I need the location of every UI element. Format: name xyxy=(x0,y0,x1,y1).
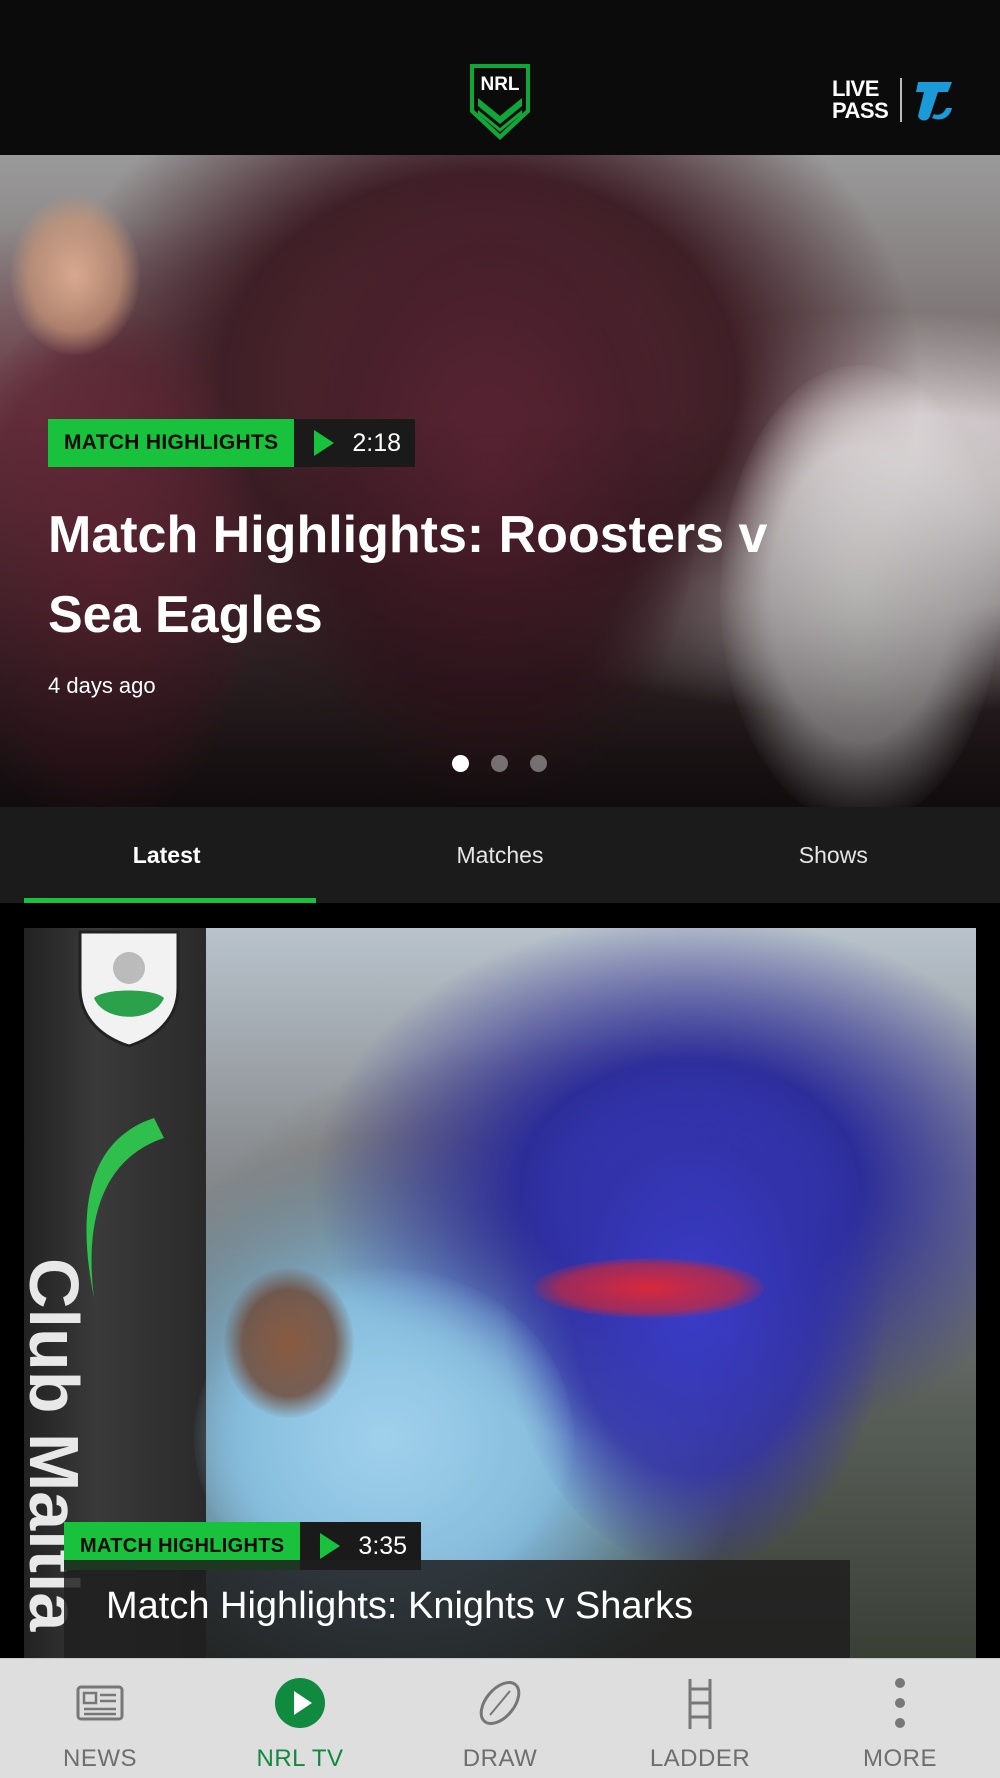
more-icon xyxy=(895,1678,905,1728)
hero-carousel[interactable]: MATCH HIGHLIGHTS 2:18 Match Highlights: … xyxy=(0,155,1000,807)
carousel-dot-2[interactable] xyxy=(491,755,508,772)
play-icon xyxy=(314,430,335,456)
card-image-player-red-band xyxy=(534,1258,764,1318)
telstra-live-pass-logo[interactable]: LIVE PASS xyxy=(832,78,972,124)
nav-label-nrl-tv: NRL TV xyxy=(256,1745,344,1772)
telstra-icon xyxy=(916,82,952,121)
carousel-dot-1[interactable] xyxy=(452,755,469,772)
livepass-divider xyxy=(900,78,902,122)
nav-news[interactable]: NEWS xyxy=(0,1659,200,1778)
play-circle-icon xyxy=(275,1678,325,1728)
card-duration: 3:35 xyxy=(358,1531,408,1560)
hero-duration: 2:18 xyxy=(352,428,402,457)
nav-label-ladder: LADDER xyxy=(649,1745,751,1772)
hero-category-label: MATCH HIGHLIGHTS xyxy=(48,419,295,467)
active-tab-indicator xyxy=(24,898,316,903)
dragons-crest-icon xyxy=(78,930,180,1048)
hero-gradient xyxy=(0,155,1000,807)
carousel-dot-3[interactable] xyxy=(530,755,547,772)
video-card[interactable]: Club Maitla MATCH HIGHLIGHTS 3:35 Match … xyxy=(24,928,976,1658)
tab-latest[interactable]: Latest xyxy=(0,807,333,903)
nrl-logo[interactable]: NRL xyxy=(466,62,534,142)
content-tabs: Latest Matches Shows xyxy=(0,807,1000,903)
tab-shows[interactable]: Shows xyxy=(667,807,1000,903)
app-header: NRL LIVE PASS xyxy=(0,0,1000,155)
nav-label-more: MORE xyxy=(863,1745,937,1772)
nav-ladder[interactable]: LADDER xyxy=(600,1659,800,1778)
livepass-line1: LIVE xyxy=(832,76,879,101)
card-title[interactable]: Match Highlights: Knights v Sharks xyxy=(106,1585,693,1628)
nav-label-news: NEWS xyxy=(63,1745,137,1772)
nav-nrl-tv[interactable]: NRL TV xyxy=(200,1659,400,1778)
tab-matches[interactable]: Matches xyxy=(333,807,666,903)
carousel-dots[interactable] xyxy=(452,755,547,772)
hero-video-badge: MATCH HIGHLIGHTS 2:18 xyxy=(48,419,416,467)
nav-label-draw: DRAW xyxy=(462,1745,538,1772)
football-icon xyxy=(479,1681,521,1725)
nrl-logo-text: NRL xyxy=(480,74,519,95)
play-icon xyxy=(320,1533,341,1559)
news-icon xyxy=(76,1685,124,1721)
nav-more[interactable]: MORE xyxy=(800,1659,1000,1778)
bottom-nav: NEWS NRL TV DRAW LADDER MORE xyxy=(0,1658,1000,1778)
hero-time-ago: 4 days ago xyxy=(48,673,156,698)
livepass-line2: PASS xyxy=(832,98,889,123)
card-image-face xyxy=(224,1268,354,1418)
ladder-icon xyxy=(688,1679,712,1729)
hero-title[interactable]: Match Highlights: Roosters v Sea Eagles xyxy=(48,495,808,655)
nav-draw[interactable]: DRAW xyxy=(400,1659,600,1778)
